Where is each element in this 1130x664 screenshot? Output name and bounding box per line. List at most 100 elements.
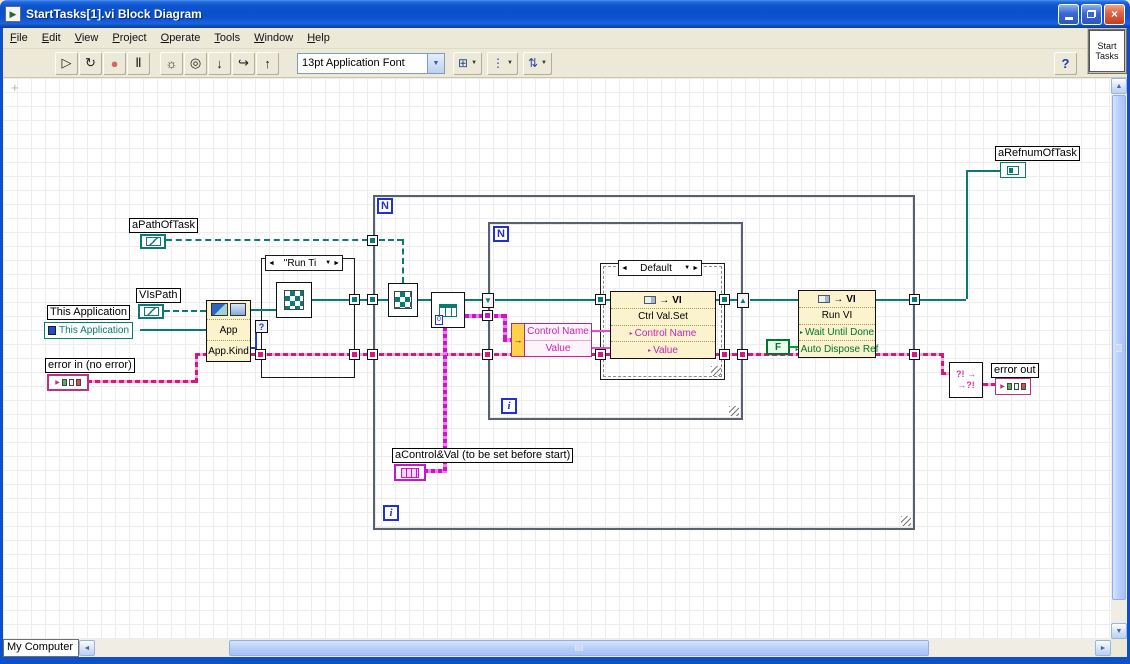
label-error-in[interactable]: error in (no error) [45, 358, 135, 373]
error-wire-segment[interactable] [983, 383, 995, 386]
inner-for-loop-resize-grip[interactable] [729, 406, 739, 416]
invoke-param[interactable]: Auto Dispose Ref [799, 341, 879, 357]
refnum-tunnel[interactable] [367, 294, 378, 305]
path-wire-segment[interactable] [166, 239, 368, 241]
control-name-wire[interactable] [592, 330, 610, 332]
abort-button[interactable]: ● [103, 51, 126, 75]
refnum-tunnel[interactable] [909, 294, 920, 305]
error-wire-segment[interactable] [87, 380, 195, 383]
array-tunnel[interactable] [482, 310, 493, 321]
inner-loop-count-terminal[interactable]: N [493, 226, 509, 242]
path-tunnel[interactable] [367, 235, 378, 246]
label-vis-path[interactable]: VIsPath [136, 288, 181, 303]
a-refnum-of-task-indicator[interactable] [1000, 162, 1026, 178]
vi-refnum-wire-segment[interactable] [966, 170, 968, 299]
error-tunnel[interactable] [737, 349, 748, 360]
error-wire-segment[interactable] [941, 372, 949, 375]
error-tunnel[interactable] [482, 349, 493, 360]
invoke-node-run-vi[interactable]: → VI Run VI Wait Until Done Auto Dispose… [798, 290, 879, 358]
vi-icon[interactable]: Start Tasks [1087, 28, 1127, 74]
invoke-param[interactable]: Control Name [611, 326, 715, 343]
case-dropdown-icon[interactable]: ▼ [684, 265, 690, 271]
invoke-param[interactable]: Value [611, 342, 715, 358]
menu-project[interactable]: Project [105, 30, 153, 46]
false-boolean-constant[interactable]: F [766, 339, 790, 355]
control-val-wire-segment[interactable] [494, 314, 503, 318]
distribute-objects-button[interactable]: ⋮ ▼ [487, 52, 518, 75]
open-vi-reference-icon[interactable] [276, 282, 312, 318]
error-in-terminal[interactable] [47, 374, 89, 391]
label-a-path-of-task[interactable]: aPathOfTask [129, 218, 198, 233]
case-prev-icon[interactable]: ◄ [268, 260, 275, 267]
menu-operate[interactable]: Operate [154, 30, 208, 46]
retain-wire-values-button[interactable]: ◎ [184, 51, 207, 75]
invoke-node-ctrl-val-set[interactable]: → VI Ctrl Val.Set Control Name Value [610, 291, 716, 359]
font-selector[interactable]: 13pt Application Font ▼ [297, 52, 445, 74]
case-structure-resize-grip[interactable] [711, 366, 721, 376]
app-refnum-wire-segment[interactable] [251, 309, 276, 311]
step-out-button[interactable]: ↑ [256, 51, 279, 75]
outer-loop-iteration-terminal[interactable]: i [383, 505, 399, 521]
case-dropdown-icon[interactable]: ▼ [325, 260, 331, 266]
error-wire-segment[interactable] [195, 354, 198, 383]
app-kind-wire[interactable] [255, 332, 257, 348]
path-wire-segment[interactable] [402, 239, 404, 283]
unbundle-by-name-node[interactable]: → Control Name Value [511, 323, 592, 357]
step-into-button[interactable]: ↓ [208, 51, 231, 75]
font-selector-dropdown[interactable]: ▼ [427, 53, 444, 73]
invoke-method[interactable]: Ctrl Val.Set [611, 309, 715, 326]
inner-loop-iteration-terminal[interactable]: i [501, 398, 517, 414]
error-tunnel[interactable] [909, 349, 920, 360]
unbundle-element[interactable]: Control Name [525, 324, 591, 340]
scroll-left-button[interactable]: ◄ [79, 640, 95, 656]
menu-edit[interactable]: Edit [35, 30, 68, 46]
vi-refnum-wire-segment[interactable] [966, 170, 1000, 172]
reorder-objects-button[interactable]: ⇅ ▼ [523, 52, 552, 75]
pause-button[interactable]: Ⅱ [127, 51, 150, 75]
case-next-icon[interactable]: ► [692, 265, 699, 272]
error-wire-segment[interactable] [875, 353, 941, 356]
vi-refnum-wire-segment[interactable] [495, 299, 610, 301]
a-path-of-task-terminal[interactable] [140, 234, 166, 249]
menu-tools[interactable]: Tools [207, 30, 247, 46]
execution-target-selector[interactable]: My Computer [3, 639, 79, 657]
shift-register-right[interactable]: ▲ [737, 293, 749, 308]
menu-help[interactable]: Help [300, 30, 337, 46]
path-wire-segment[interactable] [379, 239, 403, 241]
menu-file[interactable]: File [3, 30, 35, 46]
restore-button[interactable] [1081, 3, 1102, 25]
error-out-indicator[interactable] [995, 378, 1031, 395]
vi-refnum-wire-segment[interactable] [875, 299, 966, 301]
block-diagram-canvas[interactable]: + ◄ "Run Ti ▼ ► ◄ Default ▼ ► N i N i ▼ … [3, 78, 1111, 639]
case-next-icon[interactable]: ► [333, 260, 340, 267]
minimize-button[interactable] [1058, 3, 1079, 25]
refnum-tunnel[interactable] [595, 294, 606, 305]
vi-refnum-wire-segment[interactable] [750, 299, 798, 301]
outer-for-loop-resize-grip[interactable] [901, 516, 911, 526]
case-prev-icon[interactable]: ◄ [621, 265, 628, 272]
app-refnum-wire-segment[interactable] [140, 329, 206, 331]
error-tunnel[interactable] [595, 349, 606, 360]
vis-path-constant[interactable] [138, 304, 164, 319]
error-tunnel[interactable] [367, 349, 378, 360]
help-button[interactable]: ? [1054, 51, 1077, 75]
vertical-scrollbar-thumb[interactable] [1112, 95, 1126, 600]
horizontal-scrollbar-thumb[interactable] [229, 640, 929, 656]
control-val-wire-segment[interactable] [503, 338, 511, 342]
case-structure-app-kind[interactable] [261, 258, 355, 378]
case-selector-run-time[interactable]: ◄ "Run Ti ▼ ► [265, 255, 343, 271]
close-button[interactable]: × [1104, 3, 1125, 25]
shift-register-left[interactable]: ▼ [482, 293, 494, 308]
error-tunnel[interactable] [255, 349, 266, 360]
property-node-class[interactable]: App [207, 319, 250, 340]
horizontal-scrollbar[interactable]: ◄ ► [79, 639, 1111, 657]
run-continuous-button[interactable]: ↻ [79, 51, 102, 75]
align-objects-button[interactable]: ⊞ ▼ [453, 52, 482, 75]
refnum-tunnel[interactable] [719, 294, 730, 305]
control-val-wire-segment[interactable] [465, 314, 483, 318]
index-array-node[interactable]: 0 [431, 292, 465, 328]
merge-errors-icon[interactable] [949, 362, 983, 398]
run-button[interactable]: ▷ [55, 51, 78, 75]
property-node-property[interactable]: App.Kind [207, 340, 250, 361]
scroll-down-button[interactable]: ▼ [1111, 623, 1127, 639]
